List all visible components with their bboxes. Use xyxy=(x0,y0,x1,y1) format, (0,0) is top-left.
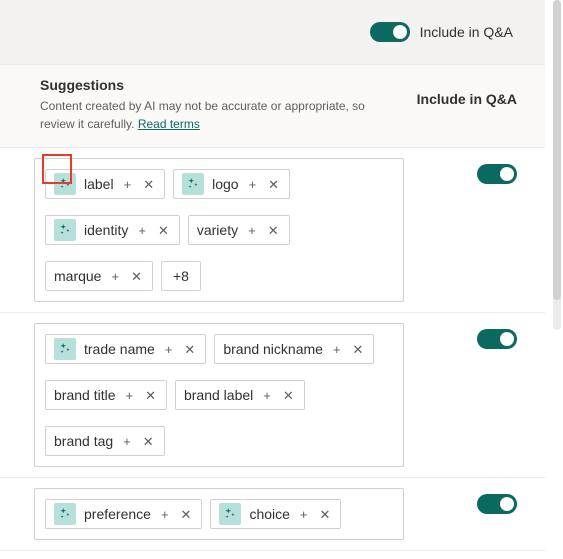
sparkle-svg xyxy=(58,342,72,356)
chip-label: identity xyxy=(84,222,128,238)
sparkle-svg xyxy=(223,507,237,521)
suggestion-chip[interactable]: brand tag + ✕ xyxy=(45,426,165,456)
chip-label: choice xyxy=(249,506,289,522)
sparkle-svg xyxy=(58,223,72,237)
suggestion-chip[interactable]: brand nickname + ✕ xyxy=(214,334,374,364)
sparkle-svg xyxy=(58,507,72,521)
top-bar: Include in Q&A xyxy=(0,0,545,64)
suggestion-chip[interactable]: choice + ✕ xyxy=(210,499,341,529)
scrollbar-thumb[interactable] xyxy=(553,0,561,300)
chip-label: variety xyxy=(197,222,238,238)
suggestions-title: Suggestions xyxy=(40,77,370,93)
sparkle-icon xyxy=(54,503,76,525)
more-chip[interactable]: +8 xyxy=(161,261,201,291)
remove-icon[interactable]: ✕ xyxy=(266,178,281,191)
sparkle-icon xyxy=(182,173,204,195)
suggestions-header: Suggestions Content created by AI may no… xyxy=(0,64,545,148)
remove-icon[interactable]: ✕ xyxy=(141,178,156,191)
remove-icon[interactable]: ✕ xyxy=(318,508,333,521)
suggestion-chip[interactable]: brand label + ✕ xyxy=(175,380,305,410)
chip-label: brand title xyxy=(54,387,115,403)
remove-icon[interactable]: ✕ xyxy=(179,508,194,521)
sparkle-svg xyxy=(58,177,72,191)
suggestion-chip[interactable]: trade name + ✕ xyxy=(45,334,206,364)
suggestion-row: label + ✕ logo + ✕ identity + ✕ variety + ✕ marque + ✕… xyxy=(0,148,545,313)
chip-container: label + ✕ logo + ✕ identity + ✕ variety + ✕ marque + ✕… xyxy=(34,158,404,302)
add-icon[interactable]: + xyxy=(246,224,258,237)
suggestions-description: Content created by AI may not be accurat… xyxy=(40,97,370,133)
read-terms-link[interactable]: Read terms xyxy=(138,117,200,131)
suggestion-chip[interactable]: label + ✕ xyxy=(45,169,165,199)
suggestion-chip[interactable]: brand title + ✕ xyxy=(45,380,167,410)
include-column-header: Include in Q&A xyxy=(417,77,517,107)
sparkle-icon xyxy=(54,219,76,241)
chip-label: trade name xyxy=(84,341,155,357)
sparkle-icon xyxy=(54,173,76,195)
add-icon[interactable]: + xyxy=(298,508,310,521)
add-icon[interactable]: + xyxy=(121,435,133,448)
suggestion-chip[interactable]: identity + ✕ xyxy=(45,215,180,245)
chip-label: brand label xyxy=(184,387,253,403)
remove-icon[interactable]: ✕ xyxy=(141,435,156,448)
add-icon[interactable]: + xyxy=(123,389,135,402)
include-qna-toggle[interactable] xyxy=(477,329,517,349)
suggestion-chip[interactable]: marque + ✕ xyxy=(45,261,153,291)
chip-label: preference xyxy=(84,506,151,522)
add-icon[interactable]: + xyxy=(136,224,148,237)
remove-icon[interactable]: ✕ xyxy=(281,389,296,402)
add-icon[interactable]: + xyxy=(109,270,121,283)
chip-label: brand nickname xyxy=(223,341,323,357)
include-qna-label: Include in Q&A xyxy=(420,24,513,40)
suggestions-desc-text: Content created by AI may not be accurat… xyxy=(40,99,365,131)
chip-label: logo xyxy=(212,176,238,192)
suggestion-chip[interactable]: variety + ✕ xyxy=(188,215,290,245)
add-icon[interactable]: + xyxy=(159,508,171,521)
row-toggle-cell xyxy=(404,323,517,349)
remove-icon[interactable]: ✕ xyxy=(351,343,366,356)
chip-container: preference + ✕ choice + ✕ xyxy=(34,488,404,540)
add-icon[interactable]: + xyxy=(122,178,134,191)
remove-icon[interactable]: ✕ xyxy=(182,343,197,356)
remove-icon[interactable]: ✕ xyxy=(143,389,158,402)
include-qna-toggle[interactable] xyxy=(477,494,517,514)
row-toggle-cell xyxy=(404,158,517,184)
suggestion-chip[interactable]: logo + ✕ xyxy=(173,169,290,199)
suggestion-chip[interactable]: preference + ✕ xyxy=(45,499,202,529)
suggestion-row: preference + ✕ choice + ✕ xyxy=(0,478,545,551)
sparkle-svg xyxy=(186,177,200,191)
include-qna-toggle[interactable] xyxy=(477,164,517,184)
row-toggle-cell xyxy=(404,488,517,514)
remove-icon[interactable]: ✕ xyxy=(129,270,144,283)
include-qna-toggle-global[interactable] xyxy=(370,22,410,42)
add-icon[interactable]: + xyxy=(261,389,273,402)
add-icon[interactable]: + xyxy=(163,343,175,356)
chip-label: label xyxy=(84,176,114,192)
chip-label: marque xyxy=(54,268,101,284)
chip-label: brand tag xyxy=(54,433,113,449)
remove-icon[interactable]: ✕ xyxy=(156,224,171,237)
remove-icon[interactable]: ✕ xyxy=(266,224,281,237)
sparkle-icon xyxy=(219,503,241,525)
add-icon[interactable]: + xyxy=(331,343,343,356)
suggestion-row: trade name + ✕ brand nickname + ✕ brand title +… xyxy=(0,313,545,478)
add-icon[interactable]: + xyxy=(247,178,259,191)
sparkle-icon xyxy=(54,338,76,360)
chip-container: trade name + ✕ brand nickname + ✕ brand title +… xyxy=(34,323,404,467)
